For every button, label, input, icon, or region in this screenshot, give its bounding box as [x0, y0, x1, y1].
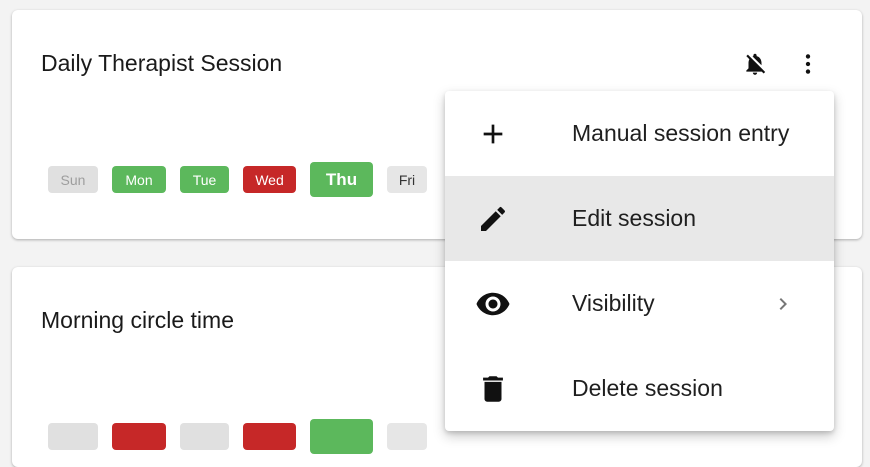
menu-item-edit-session[interactable]: Edit session	[445, 176, 834, 261]
plus-icon	[475, 116, 511, 152]
eye-icon	[475, 286, 511, 322]
menu-item-delete-session[interactable]: Delete session	[445, 346, 834, 431]
day-chip[interactable]	[112, 423, 166, 450]
day-chip[interactable]	[243, 423, 296, 450]
day-chip-mon[interactable]: Mon	[112, 166, 166, 193]
pencil-icon	[475, 201, 511, 237]
day-chip-wed[interactable]: Wed	[243, 166, 296, 193]
day-chip[interactable]	[310, 419, 373, 454]
menu-item-label: Manual session entry	[572, 120, 790, 146]
menu-item-visibility[interactable]: Visibility	[445, 261, 834, 346]
session-title: Morning circle time	[41, 307, 234, 333]
day-chip[interactable]	[180, 423, 229, 450]
menu-item-label: Delete session	[572, 375, 723, 401]
day-chip-fri[interactable]: Fri	[387, 166, 427, 193]
chevron-right-icon	[779, 297, 787, 310]
trash-icon	[475, 371, 511, 407]
day-chip-tue[interactable]: Tue	[180, 166, 229, 193]
more-vert-icon	[805, 54, 811, 74]
menu-item-manual-entry[interactable]: Manual session entry	[445, 91, 834, 176]
day-chip-sun[interactable]: Sun	[48, 166, 98, 193]
menu-item-label: Edit session	[572, 205, 697, 231]
more-options-button[interactable]	[792, 48, 824, 80]
menu-item-label: Visibility	[572, 290, 655, 316]
day-chip[interactable]	[48, 423, 98, 450]
session-title: Daily Therapist Session	[41, 50, 283, 76]
day-chip-thu[interactable]: Thu	[310, 162, 373, 197]
session-options-menu: Manual session entry Edit session Visibi…	[445, 91, 834, 431]
bell-off-icon	[746, 53, 766, 75]
notifications-off-button[interactable]	[739, 48, 771, 80]
weekday-chips: Sun Mon Tue Wed Thu Fri	[48, 162, 441, 197]
day-chip[interactable]	[387, 423, 427, 450]
weekday-chips	[48, 419, 441, 454]
